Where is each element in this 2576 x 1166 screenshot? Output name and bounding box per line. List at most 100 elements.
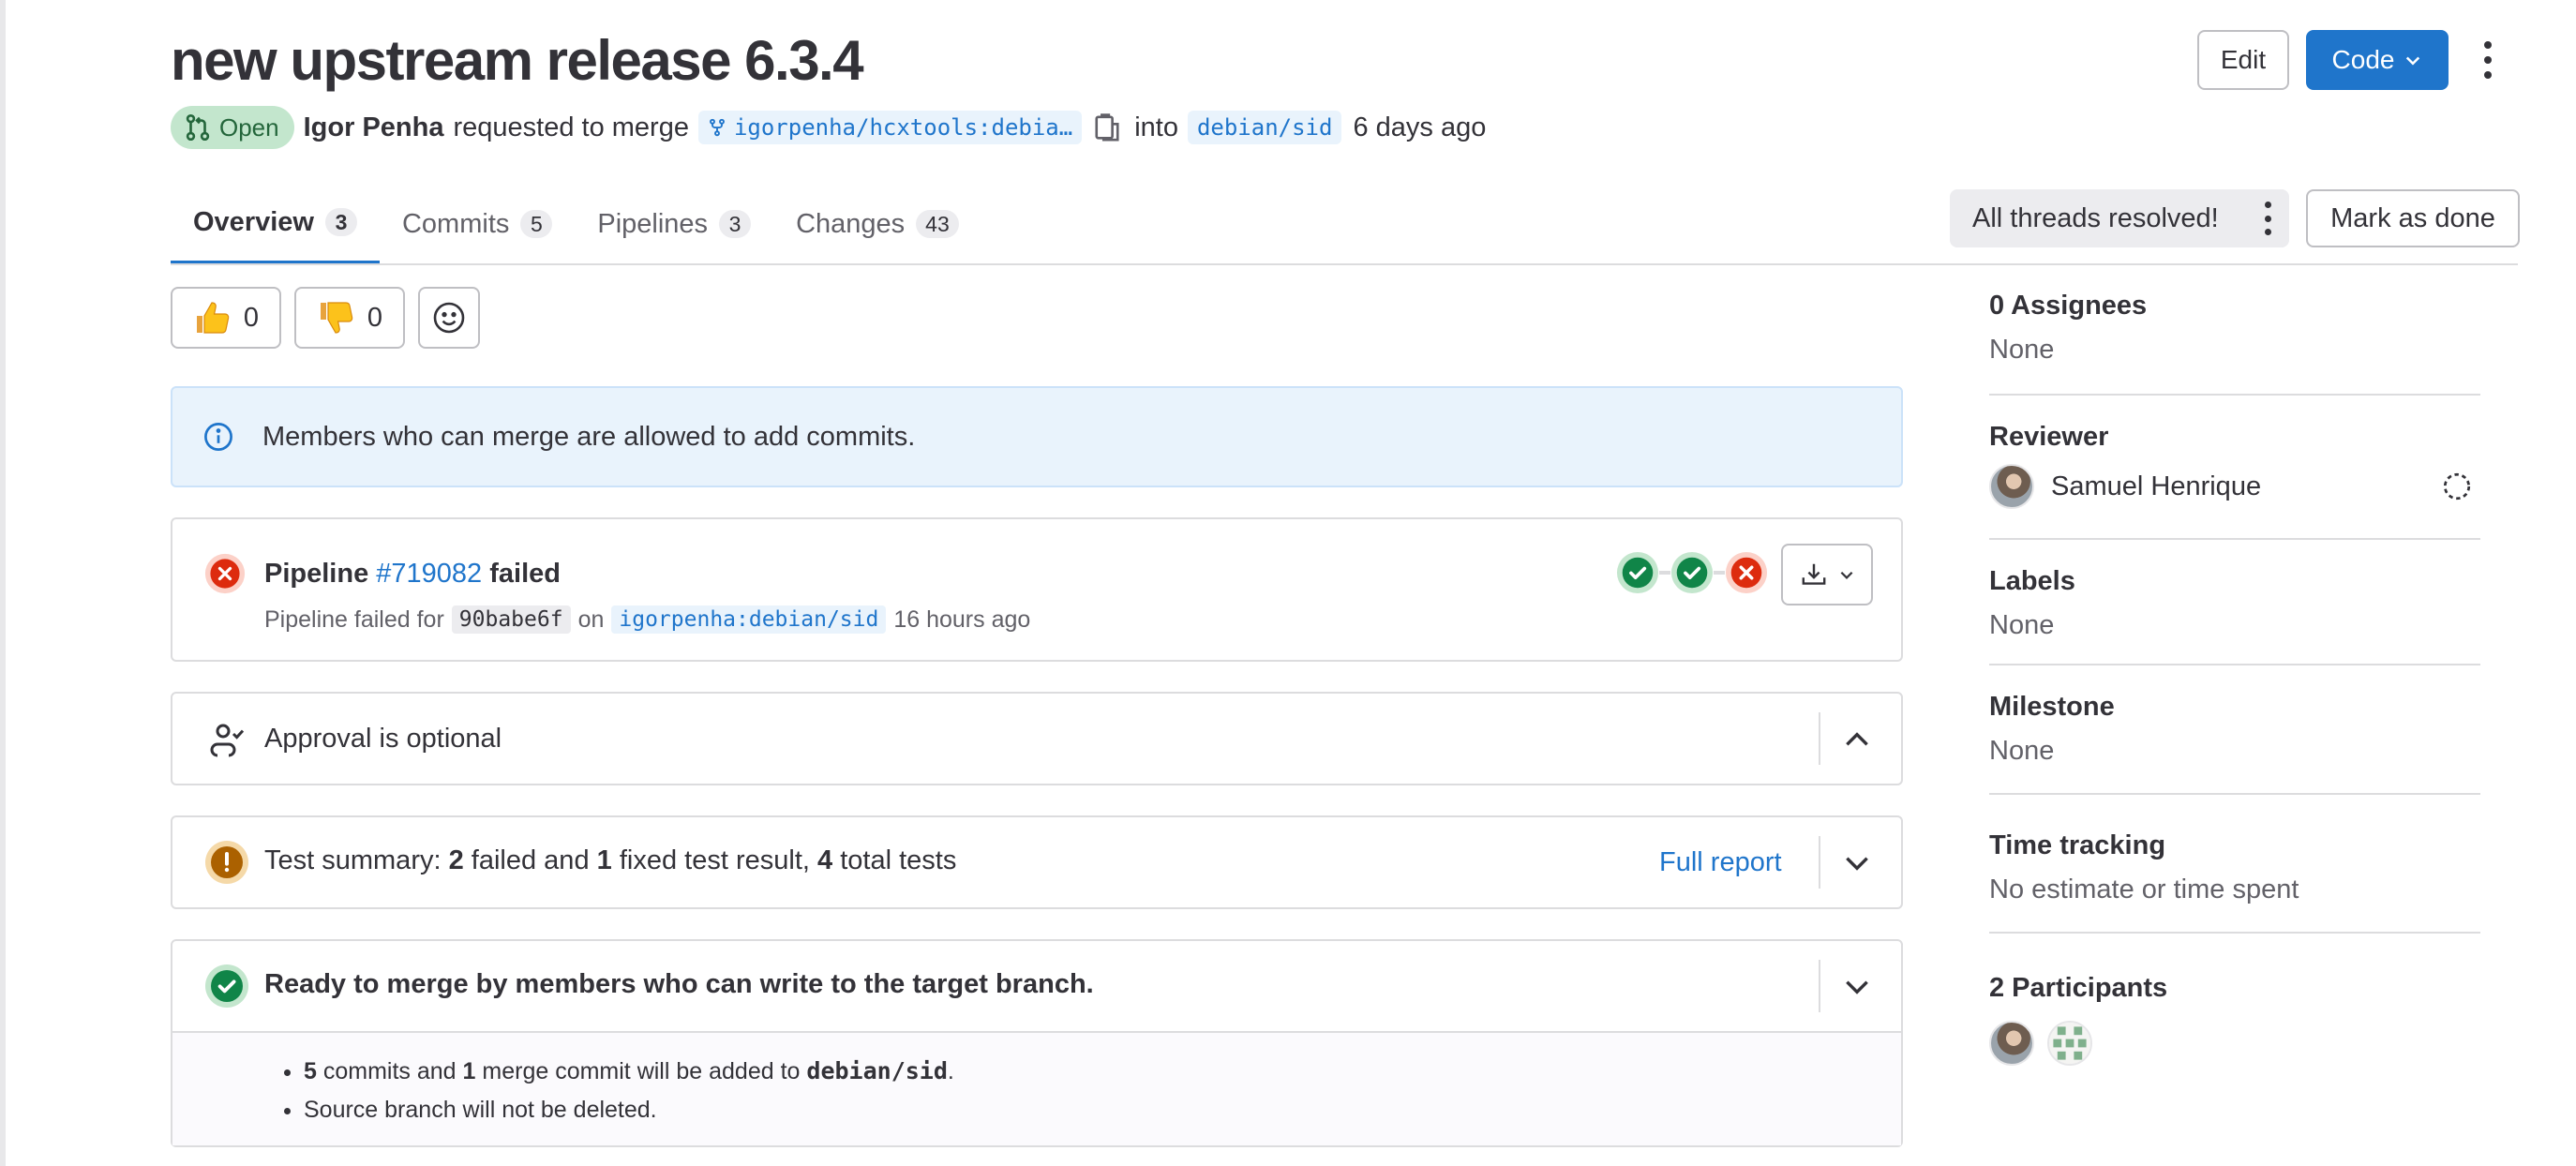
tab-count: 3 — [324, 208, 357, 236]
row-divider — [1819, 712, 1820, 765]
assignees-value: None — [1989, 335, 2055, 365]
approval-widget: Approval is optional — [171, 692, 1903, 785]
kebab-dot — [2264, 202, 2271, 208]
chevron-down-icon[interactable] — [1841, 847, 1873, 879]
merge-request-meta: Open Igor Penha requested to merge igorp… — [171, 105, 1486, 150]
failed-text: failed and — [471, 845, 590, 875]
tab-count: 5 — [520, 210, 553, 238]
sidebar-divider — [1989, 538, 2480, 540]
mark-as-done-button[interactable]: Mark as done — [2306, 189, 2520, 247]
time-tracking-value: No estimate or time spent — [1989, 874, 2299, 904]
pipeline-detail-prefix: Pipeline failed for — [264, 605, 444, 633]
merge-commit-count: 1 — [462, 1058, 476, 1084]
row-divider — [1819, 836, 1820, 889]
test-summary-text: Test summary: 2 failed and 1 fixed test … — [264, 845, 956, 876]
pipeline-stages — [1616, 551, 1768, 594]
sidebar-milestone: Milestone None — [1989, 692, 2480, 767]
info-alert-text: Members who can merge are allowed to add… — [262, 421, 916, 452]
mr-tabs: Overview 3 Commits 5 Pipelines 3 Changes… — [171, 184, 981, 264]
thumbs-up-button[interactable]: 0 — [171, 287, 281, 349]
source-branch-link[interactable]: igorpenha/hcxtools:debia… — [697, 111, 1083, 144]
edit-button[interactable]: Edit — [2197, 30, 2289, 90]
commit-sha-link[interactable]: 90babe6f — [451, 605, 571, 634]
list-item: 5 commits and 1 merge commit will be add… — [304, 1052, 954, 1091]
sidebar-time-tracking: Time tracking No estimate or time spent — [1989, 830, 2480, 905]
merge-commit-text: merge commit will be added to — [482, 1058, 801, 1084]
avatar[interactable] — [2047, 1021, 2092, 1066]
stage-failed-icon[interactable] — [1725, 551, 1768, 594]
copy-branch-icon[interactable] — [1093, 112, 1121, 143]
row-divider — [1819, 960, 1820, 1012]
reviewer-row[interactable]: Samuel Henrique — [1989, 464, 2480, 509]
thumbs-down-button[interactable]: 0 — [294, 287, 405, 349]
author-link[interactable]: Igor Penha — [304, 112, 444, 143]
approval-user-check-icon — [210, 724, 245, 757]
chevron-up-icon[interactable] — [1841, 724, 1873, 755]
merge-details: 5 commits and 1 merge commit will be add… — [172, 1031, 1901, 1145]
pipeline-id-link[interactable]: #719082 — [376, 559, 482, 589]
participants-list — [1989, 1021, 2480, 1066]
kebab-dot — [2264, 229, 2271, 235]
add-reaction-button[interactable] — [418, 287, 480, 349]
tab-count: 43 — [916, 210, 959, 238]
fork-icon — [710, 118, 725, 137]
thumbs-down-icon — [320, 302, 353, 334]
merge-details-list: 5 commits and 1 merge commit will be add… — [304, 1052, 954, 1129]
pipeline-status-text: failed — [489, 559, 561, 589]
full-report-link[interactable]: Full report — [1659, 847, 1782, 878]
pipeline-age: 16 hours ago — [893, 605, 1031, 633]
thumbs-down-count: 0 — [367, 302, 383, 333]
tab-changes[interactable]: Changes 43 — [773, 184, 981, 264]
kebab-dot — [2484, 71, 2492, 79]
more-actions-button[interactable] — [2479, 41, 2497, 79]
download-artifacts-button[interactable] — [1781, 544, 1873, 605]
labels-value: None — [1989, 610, 2055, 640]
kebab-dot — [2484, 56, 2492, 64]
milestone-title: Milestone — [1989, 692, 2115, 722]
merge-widget: Ready to merge by members who can write … — [171, 939, 1903, 1147]
page-title: new upstream release 6.3.4 — [171, 29, 864, 92]
code-dropdown-button[interactable]: Code — [2306, 30, 2449, 90]
threads-resolved-button[interactable]: All threads resolved! — [1950, 189, 2289, 247]
status-badge: Open — [171, 106, 294, 149]
sidebar-assignees: 0 Assignees None — [1989, 291, 2480, 366]
tabs-divider — [171, 263, 2518, 265]
code-button-label: Code — [2331, 45, 2395, 74]
sidebar-divider — [1989, 394, 2480, 396]
pipeline-ref-link[interactable]: igorpenha:debian/sid — [611, 605, 887, 634]
download-icon — [1802, 563, 1826, 585]
thumbs-up-icon — [196, 302, 230, 334]
kebab-dot — [2484, 41, 2492, 49]
tab-label: Pipelines — [597, 208, 709, 239]
tab-commits[interactable]: Commits 5 — [380, 184, 575, 264]
total-text: total tests — [840, 845, 957, 875]
threads-options-button[interactable] — [2263, 202, 2272, 235]
ready-to-merge-text: Ready to merge by members who can write … — [264, 969, 1094, 999]
avatar[interactable] — [1989, 1021, 2034, 1066]
sidebar-divider — [1989, 664, 2480, 665]
smiley-icon — [433, 302, 465, 334]
failed-status-icon[interactable] — [204, 553, 246, 594]
chevron-down-icon[interactable] — [1841, 971, 1873, 1003]
chevron-down-icon — [1840, 571, 1853, 579]
sidebar-divider — [1989, 793, 2480, 795]
target-branch-link[interactable]: debian/sid — [1187, 111, 1342, 144]
commits-count: 5 — [304, 1058, 317, 1084]
tab-count: 3 — [719, 210, 752, 238]
merge-request-icon — [186, 113, 210, 142]
sentence-period: . — [947, 1058, 954, 1084]
into-text: into — [1134, 112, 1178, 142]
sidebar-reviewer: Reviewer Samuel Henrique — [1989, 422, 2480, 509]
list-item: Source branch will not be deleted. — [304, 1091, 954, 1129]
test-summary-widget: Test summary: 2 failed and 1 fixed test … — [171, 815, 1903, 909]
stage-connector — [1714, 571, 1725, 575]
tab-overview[interactable]: Overview 3 — [171, 184, 380, 264]
sidebar-divider — [1989, 932, 2480, 934]
stage-success-icon[interactable] — [1616, 551, 1659, 594]
kebab-dot — [2264, 215, 2271, 222]
labels-title: Labels — [1989, 566, 2075, 596]
tab-pipelines[interactable]: Pipelines 3 — [575, 184, 773, 264]
fixed-count: 1 — [596, 845, 612, 875]
stage-success-icon[interactable] — [1670, 551, 1714, 594]
created-age: 6 days ago — [1353, 112, 1487, 142]
